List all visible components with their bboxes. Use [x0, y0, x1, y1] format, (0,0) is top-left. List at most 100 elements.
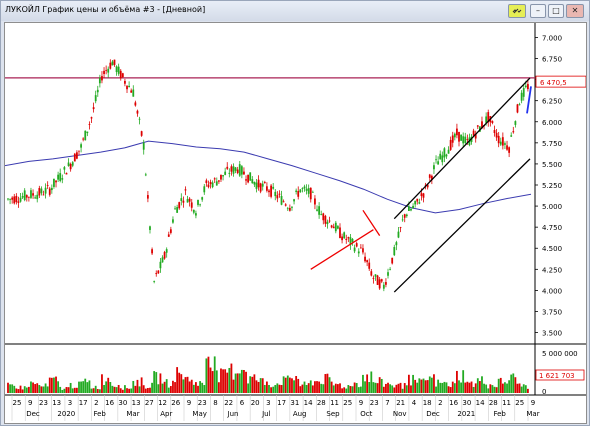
volume-bar	[23, 386, 26, 393]
minimize-icon: –	[536, 6, 540, 15]
candle-body	[257, 179, 260, 188]
candle-body	[245, 179, 247, 181]
candle-body	[224, 171, 227, 175]
price-tick-label: 4.500	[542, 245, 562, 253]
volume-bar	[36, 383, 39, 393]
candle-body	[124, 80, 126, 84]
current-volume-label: 1 621 703	[539, 372, 575, 380]
candle-body	[324, 215, 327, 224]
time-month-label: 2021	[457, 410, 475, 418]
time-month-label: Oct	[360, 410, 372, 418]
candle-body	[284, 204, 287, 206]
candle-body	[345, 238, 348, 240]
candle-body	[53, 178, 55, 187]
time-day-label: 2	[438, 399, 442, 407]
candle-body	[215, 181, 218, 186]
volume-bar	[207, 356, 210, 393]
candle-body	[213, 178, 216, 180]
volume-bar	[478, 381, 481, 393]
volume-bar	[401, 388, 404, 393]
time-day-label: 14	[476, 399, 485, 407]
volume-bar	[495, 387, 498, 393]
volume-bar	[203, 385, 206, 393]
candle-body	[44, 187, 47, 194]
volume-bar	[238, 373, 241, 393]
candle-body	[11, 197, 14, 200]
price-tick-label: 4.750	[542, 224, 562, 232]
volume-bar	[332, 385, 335, 393]
candle-body	[17, 201, 20, 203]
volume-bar	[80, 381, 82, 393]
candle-body	[149, 226, 151, 230]
price-tick-label: 6.000	[542, 119, 562, 127]
candle-body	[332, 226, 335, 229]
price-tick-label: 3.500	[542, 330, 562, 338]
volume-bar	[11, 384, 14, 393]
volume-bar	[27, 386, 30, 393]
volume-bar	[464, 382, 467, 393]
volume-bar	[261, 378, 264, 393]
current-price-label: 6 470,5	[540, 79, 567, 87]
volume-bar	[282, 376, 285, 393]
volume-bar	[453, 383, 456, 393]
volume-bar	[481, 376, 483, 393]
candle-body	[203, 186, 206, 193]
candle-body	[140, 131, 143, 136]
volume-bar	[78, 381, 80, 393]
candle-body	[84, 130, 87, 141]
volume-bar	[274, 385, 277, 393]
time-day-label: 9	[531, 399, 535, 407]
candle-body	[322, 213, 325, 221]
volume-bar	[460, 382, 462, 393]
volume-bar	[447, 386, 450, 393]
volume-bar	[105, 381, 108, 393]
candle-body	[272, 186, 275, 189]
maximize-button[interactable]: □	[548, 4, 564, 18]
volume-bar	[73, 387, 76, 393]
price-volume-chart[interactable]: 7.0006.7506.5006.2506.0005.7505.5005.250…	[5, 23, 586, 423]
link-button[interactable]	[508, 4, 526, 18]
candle-body	[449, 139, 452, 150]
candle-body	[69, 163, 72, 170]
volume-bar	[397, 383, 400, 393]
title-bar[interactable]: ЛУКОЙЛ График цены и объёма #3 - [Дневно…	[1, 1, 589, 21]
candle-body	[274, 191, 277, 197]
volume-bar	[339, 383, 341, 393]
volume-bar	[416, 382, 419, 393]
volume-bar	[132, 380, 135, 393]
volume-bar	[527, 388, 529, 393]
volume-bar	[476, 378, 479, 393]
volume-bar	[90, 388, 93, 393]
volume-bar	[501, 383, 504, 393]
time-day-label: 25	[13, 399, 22, 407]
volume-bar	[209, 367, 212, 393]
volume-bar	[213, 356, 216, 393]
candle-body	[180, 198, 183, 201]
candle-body	[416, 198, 419, 202]
minimize-button[interactable]: –	[530, 4, 546, 18]
volume-bar	[17, 389, 20, 393]
volume-bar	[451, 381, 454, 393]
close-button[interactable]: ✕	[566, 4, 584, 18]
time-month-label: Dec	[26, 410, 40, 418]
candle-body	[15, 195, 18, 203]
volume-bar	[474, 383, 477, 393]
candle-body	[343, 232, 346, 239]
volume-bar	[138, 386, 141, 393]
volume-bar	[449, 387, 452, 393]
volume-bar	[512, 373, 515, 393]
volume-bar	[303, 381, 306, 393]
volume-bar	[50, 377, 53, 393]
time-day-label: 3	[266, 399, 270, 407]
chart-pane[interactable]: 7.0006.7506.5006.2506.0005.7505.5005.250…	[4, 22, 587, 424]
volume-bar	[403, 383, 406, 393]
volume-bar	[362, 374, 364, 393]
volume-bar	[468, 382, 471, 393]
candle-body	[407, 206, 410, 211]
time-day-label: 11	[330, 399, 339, 407]
volume-bar	[121, 389, 124, 393]
candle-body	[370, 271, 373, 276]
candle-body	[182, 200, 185, 203]
time-month-label: Aug	[293, 410, 307, 418]
close-icon: ✕	[571, 6, 579, 15]
